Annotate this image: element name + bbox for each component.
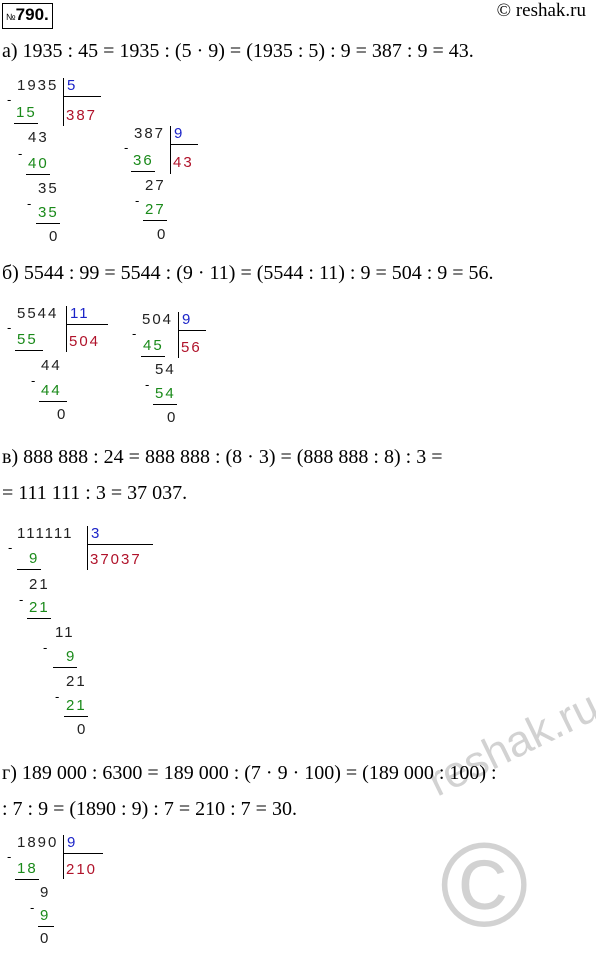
step: 35 [38,204,59,221]
step: 45 [143,337,164,354]
dividend: 5544 [17,305,59,322]
equation-c-line1: в) 888 888 : 24 = 888 888 : (8 · 3) = (8… [2,446,443,468]
step: 44 [41,357,62,374]
step: 0 [157,226,168,243]
step: 44 [41,382,62,399]
equation-d-line1: г) 189 000 : 6300 = 189 000 : (7 · 9 · 1… [2,762,497,784]
step: 54 [155,385,176,402]
divisor: 11 [70,305,90,322]
quotient: 504 [69,333,101,350]
step: 0 [49,228,60,245]
site-credit: © reshak.ru [496,0,586,21]
step: 40 [28,155,49,172]
step: 0 [77,721,88,738]
step: 15 [16,104,37,121]
dividend: 111111 [17,525,74,542]
watermark-copyright-icon: © [440,818,529,952]
step: 55 [17,331,38,348]
quotient: 387 [66,107,98,124]
watermark-text: reshak.ru [420,681,596,807]
dividend: 504 [142,311,174,328]
divisor: 9 [67,834,78,851]
step: 21 [29,576,50,593]
step: 35 [38,180,59,197]
quotient: 210 [66,861,98,878]
equation-d-line2: : 7 : 9 = (1890 : 9) : 7 = 210 : 7 = 30. [2,798,297,820]
step: 21 [66,697,87,714]
problem-number: №790. [2,3,53,29]
step: 9 [66,648,77,665]
step: 27 [145,201,166,218]
step: 21 [66,673,87,690]
step: 0 [57,406,68,423]
step: 36 [133,152,154,169]
equation-c-line2: = 111 111 : 3 = 37 037. [2,482,188,504]
dividend: 1890 [17,834,59,851]
divisor: 3 [91,525,102,542]
equation-a-line1: а) 1935 : 45 = 1935 : (5 · 9) = (1935 : … [2,40,474,62]
equation-b-line1: б) 5544 : 99 = 5544 : (9 · 11) = (5544 :… [2,262,494,284]
quotient: 37037 [90,551,142,568]
quotient: 43 [173,154,194,171]
step: 11 [55,624,75,641]
divisor: 9 [174,125,185,142]
dividend: 387 [134,125,166,142]
step: 9 [29,550,40,567]
step: 9 [40,884,51,901]
step: 54 [155,361,176,378]
divisor: 5 [67,77,78,94]
divisor: 9 [182,311,193,328]
dividend: 1935 [17,77,59,94]
step: 43 [28,129,49,146]
step: 9 [40,907,51,924]
step: 18 [17,860,38,877]
step: 0 [40,930,51,947]
step: 21 [29,599,50,616]
step: 27 [145,177,166,194]
step: 0 [167,409,178,426]
quotient: 56 [181,339,202,356]
